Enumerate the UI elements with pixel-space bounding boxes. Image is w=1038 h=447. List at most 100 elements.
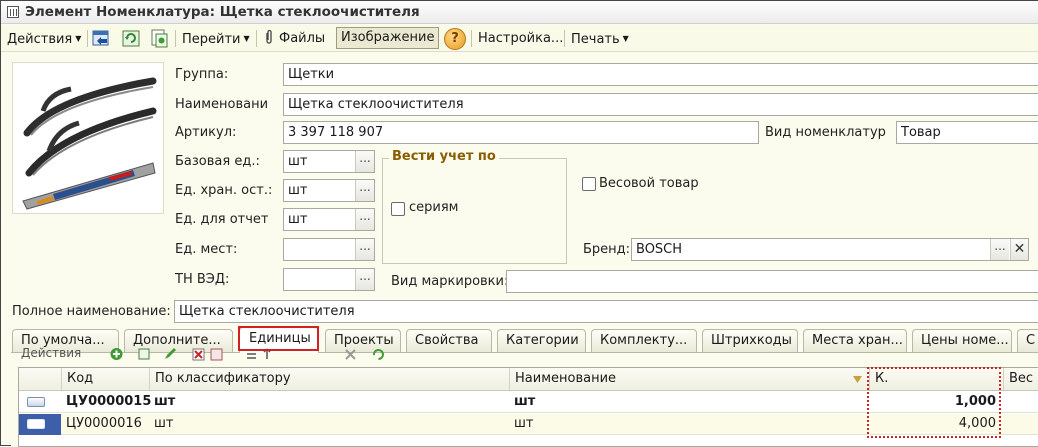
actions-menu-label: Действия bbox=[7, 32, 73, 47]
copy-row-icon[interactable] bbox=[137, 347, 152, 361]
article-value: 3 397 118 907 bbox=[288, 125, 384, 140]
write-and-close-icon[interactable] bbox=[91, 28, 112, 49]
form-icon bbox=[7, 6, 19, 18]
toolbar-divider bbox=[471, 30, 472, 47]
product-image bbox=[12, 62, 164, 214]
name-label: Наименовани bbox=[175, 97, 269, 112]
window-title: Элемент Номенклатура: Щетка стеклоочисти… bbox=[25, 4, 420, 20]
brand-label: Бренд: bbox=[583, 242, 631, 257]
print-menu[interactable]: Печать ▼ bbox=[571, 29, 629, 49]
places-unit-field[interactable]: ... bbox=[283, 238, 375, 261]
column-header-code[interactable]: Код bbox=[61, 368, 149, 391]
group-value: Щетки bbox=[288, 67, 335, 82]
series-checkbox[interactable] bbox=[391, 202, 405, 216]
column-header-classifier[interactable]: По классификатору bbox=[149, 368, 509, 391]
brand-field[interactable]: BOSCH ... ✕ bbox=[631, 238, 1029, 261]
cell-code: ЦУ0000016 bbox=[66, 416, 142, 431]
weight-label: Весовой товар bbox=[599, 176, 699, 191]
tab-storage-places[interactable]: Места хран... bbox=[803, 329, 907, 353]
sort-ascending-icon bbox=[853, 376, 862, 383]
chevron-down-icon: ▼ bbox=[243, 34, 250, 43]
coefficient-column-highlight bbox=[867, 367, 1001, 438]
weight-checkbox[interactable] bbox=[582, 177, 596, 191]
cell-classifier: шт bbox=[154, 416, 174, 431]
storage-unit-label: Ед. хран. ост.: bbox=[175, 183, 273, 198]
full-name-field[interactable]: Щетка стеклоочистителя bbox=[174, 300, 1038, 323]
row-icon bbox=[27, 419, 45, 429]
group-label: Группа: bbox=[175, 67, 229, 82]
chevron-down-icon: ▼ bbox=[75, 34, 82, 43]
help-icon[interactable]: ? bbox=[444, 28, 466, 50]
chevron-down-icon: ▼ bbox=[622, 34, 629, 43]
files-button[interactable]: Файлы bbox=[264, 29, 325, 49]
cell-name: шт bbox=[514, 416, 534, 431]
mark-delete-icon[interactable] bbox=[191, 347, 206, 361]
copy-icon[interactable] bbox=[149, 28, 170, 49]
row-icon bbox=[27, 397, 45, 407]
add-row-icon[interactable] bbox=[109, 347, 124, 361]
cell-classifier: шт bbox=[154, 394, 176, 409]
cancel-icon[interactable] bbox=[343, 347, 358, 361]
tab-barcodes[interactable]: Штрихкоды bbox=[702, 329, 798, 353]
print-menu-label: Печать bbox=[571, 32, 620, 47]
toolbar: Действия ▼ Перейти ▼ Файлы Изображение ?… bbox=[1, 25, 1038, 52]
name-value: Щетка стеклоочистителя bbox=[288, 97, 464, 112]
marking-label: Вид маркировки: bbox=[391, 274, 509, 289]
full-name-label: Полное наименование: bbox=[12, 304, 171, 319]
column-header-weight[interactable]: Вес ( bbox=[1003, 368, 1038, 391]
article-label: Артикул: bbox=[175, 125, 237, 140]
refresh-rows-icon[interactable] bbox=[371, 347, 386, 361]
delete-row-icon[interactable] bbox=[209, 347, 224, 361]
tab-projects[interactable]: Проекты bbox=[325, 329, 401, 353]
clear-icon[interactable]: ✕ bbox=[1010, 239, 1028, 260]
tab-prices[interactable]: Цены номе... bbox=[912, 329, 1012, 353]
edit-row-icon[interactable] bbox=[163, 347, 178, 361]
storage-unit-field[interactable]: шт ... bbox=[283, 179, 375, 202]
places-unit-select-button[interactable]: ... bbox=[355, 239, 374, 260]
tnved-field[interactable]: ... bbox=[283, 268, 375, 291]
active-tab-highlight bbox=[238, 326, 319, 351]
full-name-value: Щетка стеклоочистителя bbox=[179, 304, 355, 319]
settings-button[interactable]: Настройка... bbox=[478, 29, 563, 49]
units-actions-menu[interactable]: Действия bbox=[21, 346, 81, 360]
tab-strip: По умолча... Дополните... Единицы Проект… bbox=[1, 325, 1038, 355]
brand-select-button[interactable]: ... bbox=[990, 239, 1009, 260]
paperclip-icon bbox=[266, 29, 272, 44]
goto-menu[interactable]: Перейти ▼ bbox=[182, 29, 250, 49]
tab-more[interactable]: С bbox=[1017, 329, 1038, 353]
report-unit-field[interactable]: шт ... bbox=[283, 208, 375, 231]
item-type-field[interactable]: Товар bbox=[896, 121, 1038, 144]
report-unit-value: шт bbox=[288, 212, 308, 227]
base-unit-label: Базовая ед.: bbox=[175, 154, 260, 169]
image-toggle-button[interactable]: Изображение bbox=[336, 27, 440, 49]
series-label: сериям bbox=[409, 200, 459, 215]
article-field[interactable]: 3 397 118 907 bbox=[283, 121, 759, 144]
report-unit-select-button[interactable]: ... bbox=[355, 209, 374, 230]
marking-field[interactable] bbox=[506, 270, 1038, 293]
refresh-icon[interactable] bbox=[121, 28, 142, 49]
tab-categories[interactable]: Категории bbox=[497, 329, 586, 353]
storage-unit-select-button[interactable]: ... bbox=[355, 180, 374, 201]
title-bar: Элемент Номенклатура: Щетка стеклоочисти… bbox=[1, 1, 1038, 24]
places-unit-label: Ед. мест: bbox=[175, 242, 238, 257]
cell-name: шт bbox=[514, 394, 536, 409]
toolbar-divider bbox=[564, 30, 565, 47]
cell-code: ЦУ0000015 bbox=[66, 394, 152, 409]
tnved-label: ТН ВЭД: bbox=[175, 272, 230, 287]
tnved-select-button[interactable]: ... bbox=[355, 269, 374, 290]
toolbar-divider bbox=[87, 30, 88, 47]
toolbar-divider bbox=[175, 30, 176, 47]
group-field[interactable]: Щетки bbox=[283, 63, 1038, 86]
name-field[interactable]: Щетка стеклоочистителя bbox=[283, 93, 1038, 116]
row-marker-column bbox=[19, 368, 61, 391]
actions-menu[interactable]: Действия ▼ bbox=[7, 29, 81, 49]
column-header-name[interactable]: Наименование bbox=[509, 368, 869, 391]
toolbar-divider bbox=[256, 30, 257, 47]
item-window: Элемент Номенклатура: Щетка стеклоочисти… bbox=[0, 0, 1038, 447]
tab-kits[interactable]: Комплекту... bbox=[591, 329, 697, 353]
wiper-blade-picture bbox=[22, 77, 157, 210]
goto-menu-label: Перейти bbox=[182, 32, 241, 47]
base-unit-select-button[interactable]: ... bbox=[355, 151, 374, 172]
tab-properties[interactable]: Свойства bbox=[406, 329, 492, 353]
base-unit-field[interactable]: шт ... bbox=[283, 150, 375, 173]
